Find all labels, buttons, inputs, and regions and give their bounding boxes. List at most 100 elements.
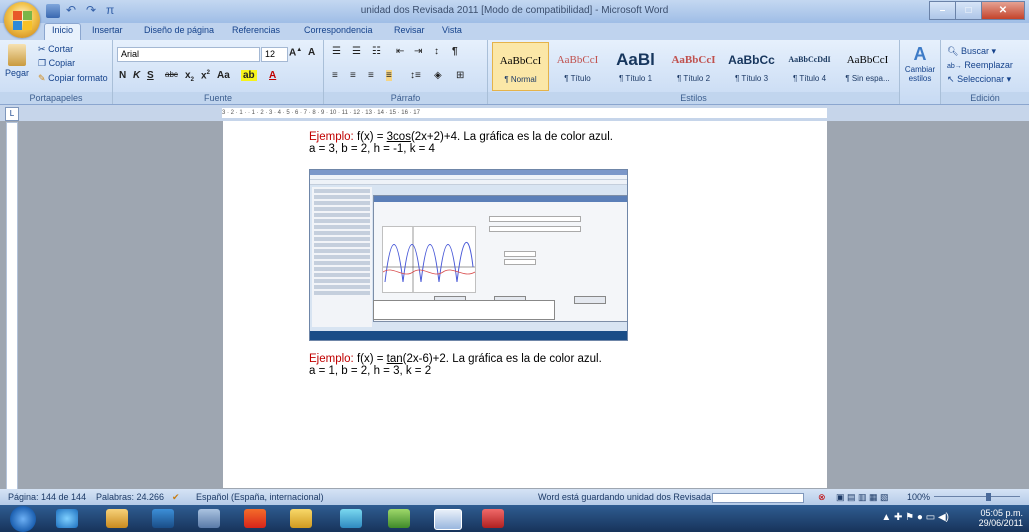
- start-button[interactable]: [10, 506, 36, 532]
- view-buttons[interactable]: ▣ ▤ ▥ ▦ ▧: [836, 492, 889, 503]
- title-bar: ↶ ↷ π unidad dos Revisada 2011 [Modo de …: [0, 0, 1029, 23]
- style-titulo-4[interactable]: AaBbCcDdI ¶ Título 4: [782, 42, 837, 89]
- proofing-icon[interactable]: ✔: [172, 492, 180, 503]
- copy-button[interactable]: ❐ Copiar: [38, 58, 75, 69]
- paste-button[interactable]: Pegar: [4, 44, 30, 88]
- embedded-screenshot[interactable]: [309, 169, 628, 341]
- minimize-button[interactable]: –: [929, 1, 956, 20]
- font-name-select[interactable]: Arial: [117, 47, 260, 62]
- change-styles-group: A Cambiar estilos: [900, 40, 941, 104]
- page-count[interactable]: Página: 144 de 144: [8, 492, 86, 502]
- media-player-icon[interactable]: [152, 509, 174, 528]
- zoom-slider[interactable]: [934, 493, 1020, 501]
- cancel-save-icon[interactable]: ⊗: [818, 492, 826, 503]
- style-titulo-2[interactable]: AaBbCcI ¶ Título 2: [666, 42, 721, 89]
- tab-correspondencia[interactable]: Correspondencia: [304, 25, 373, 35]
- change-case-button[interactable]: Aa: [217, 70, 230, 81]
- superscript-button[interactable]: x2: [201, 70, 210, 81]
- tab-referencias[interactable]: Referencias: [232, 25, 280, 35]
- document-page[interactable]: Ejemplo: f(x) = 3cos(2x+2)+4. La gráfica…: [223, 121, 827, 488]
- style-titulo-3[interactable]: AaBbCc ¶ Título 3: [724, 42, 779, 89]
- font-size-select[interactable]: 12: [261, 47, 288, 62]
- style-titulo-1[interactable]: AaBl ¶ Título 1: [608, 42, 663, 89]
- bullets-icon[interactable]: ☰: [332, 46, 341, 57]
- calendar-icon[interactable]: [290, 509, 312, 528]
- window-controls: – □ ✕: [929, 1, 1025, 20]
- cut-button[interactable]: ✂ Cortar: [38, 44, 73, 55]
- styles-group-label: Estilos: [488, 92, 899, 104]
- font-color-icon[interactable]: A: [269, 70, 276, 81]
- ribbon-tabs: Inicio Insertar Diseño de página Referen…: [0, 23, 1029, 41]
- office-button[interactable]: [4, 2, 40, 38]
- clock[interactable]: 05:05 p.m. 29/06/2011: [979, 508, 1023, 528]
- shrink-font-icon[interactable]: A: [308, 47, 315, 58]
- justify-icon[interactable]: ≡: [386, 70, 392, 81]
- editing-group-label: Edición: [941, 92, 1029, 104]
- change-styles-button[interactable]: A Cambiar estilos: [904, 44, 936, 83]
- network-icon[interactable]: [388, 509, 410, 528]
- borders-icon[interactable]: ⊞: [456, 70, 464, 81]
- status-bar: Página: 144 de 144 Palabras: 24.266 ✔ Es…: [0, 489, 1029, 505]
- messenger-icon[interactable]: [340, 509, 362, 528]
- shading-icon[interactable]: ◈: [434, 70, 442, 81]
- tab-inicio[interactable]: Inicio: [44, 23, 82, 41]
- paragraph-group: ☰ ☰ ☷ ⇤ ⇥ ↕ ¶ ≡ ≡ ≡ ≡ ↕≡ ◈ ⊞ Párrafo: [324, 40, 488, 104]
- tab-vista[interactable]: Vista: [442, 25, 462, 35]
- save-progress-bar: [712, 493, 804, 503]
- font-group-label: Fuente: [113, 92, 323, 104]
- style-titulo[interactable]: AaBbCcI ¶ Título: [550, 42, 605, 89]
- grow-font-icon[interactable]: A▲: [289, 47, 302, 58]
- language-indicator[interactable]: Español (España, internacional): [196, 492, 324, 502]
- word-taskbar-icon[interactable]: [434, 509, 462, 530]
- mail-icon[interactable]: [198, 509, 220, 528]
- maximize-button[interactable]: □: [955, 1, 982, 20]
- calendar-14-icon[interactable]: [482, 509, 504, 528]
- strikethrough-button[interactable]: abc: [165, 70, 178, 79]
- ruler-marks[interactable]: 3 · 2 · 1 · · 1 · 2 · 3 · 4 · 5 · 6 · 7 …: [222, 108, 827, 118]
- style-normal[interactable]: AaBbCcI ¶ Normal: [492, 42, 549, 91]
- vertical-ruler[interactable]: [6, 122, 18, 490]
- show-marks-icon[interactable]: ¶: [452, 46, 458, 57]
- align-center-icon[interactable]: ≡: [350, 70, 356, 81]
- select-button[interactable]: ↖ Seleccionar ▾: [947, 74, 1011, 85]
- clipboard-group-label: Portapapeles: [0, 92, 112, 104]
- increase-indent-icon[interactable]: ⇥: [414, 46, 422, 57]
- explorer-icon[interactable]: [106, 509, 128, 528]
- underline-button[interactable]: S: [147, 70, 154, 81]
- find-button[interactable]: 🔍︎ Buscar ▾: [947, 46, 996, 57]
- office-logo-icon: [12, 10, 32, 30]
- ribbon: Pegar ✂ Cortar ❐ Copiar ✎ Copiar formato…: [0, 40, 1029, 105]
- numbering-icon[interactable]: ☰: [352, 46, 361, 57]
- align-left-icon[interactable]: ≡: [332, 70, 338, 81]
- word-count[interactable]: Palabras: 24.266: [96, 492, 164, 502]
- system-tray-icons[interactable]: ▲ ✚ ⚑ ● ▭ ◀): [881, 512, 949, 523]
- paragraph-example-2[interactable]: Ejemplo: f(x) = tan(2x-6)+2. La gráfica …: [309, 353, 602, 377]
- replace-button[interactable]: ab→ Reemplazar: [947, 60, 1013, 70]
- bold-button[interactable]: N: [119, 70, 126, 81]
- office-app-icon[interactable]: [244, 509, 266, 528]
- styles-a-icon: A: [913, 44, 927, 64]
- close-button[interactable]: ✕: [981, 1, 1025, 20]
- sort-icon[interactable]: ↕: [434, 46, 439, 57]
- subscript-button[interactable]: x2: [185, 70, 194, 83]
- format-painter-button[interactable]: ✎ Copiar formato: [38, 73, 108, 84]
- replace-icon: ab→: [947, 63, 962, 70]
- tab-diseno-pagina[interactable]: Diseño de página: [144, 25, 214, 35]
- taskbar: ▲ ✚ ⚑ ● ▭ ◀) 05:05 p.m. 29/06/2011: [0, 505, 1029, 532]
- horizontal-ruler: L 3 · 2 · 1 · · 1 · 2 · 3 · 4 · 5 · 6 · …: [0, 105, 1029, 121]
- internet-explorer-icon[interactable]: [56, 509, 78, 528]
- align-right-icon[interactable]: ≡: [368, 70, 374, 81]
- style-sin-espaciado[interactable]: AaBbCcI ¶ Sin espa...: [840, 42, 895, 89]
- paragraph-example-1[interactable]: Ejemplo: f(x) = 3cos(2x+2)+4. La gráfica…: [309, 131, 613, 155]
- italic-button[interactable]: K: [133, 70, 140, 81]
- highlight-icon[interactable]: ab: [241, 70, 257, 81]
- styles-group: AaBbCcI ¶ Normal AaBbCcI ¶ Título AaBl ¶…: [488, 40, 900, 104]
- tab-selector-button[interactable]: L: [5, 107, 19, 121]
- decrease-indent-icon[interactable]: ⇤: [396, 46, 404, 57]
- zoom-level[interactable]: 100%: [907, 492, 930, 502]
- embedded-graph: [382, 226, 476, 293]
- tab-insertar[interactable]: Insertar: [92, 25, 123, 35]
- multilevel-list-icon[interactable]: ☷: [372, 46, 381, 57]
- line-spacing-icon[interactable]: ↕≡: [410, 70, 421, 81]
- tab-revisar[interactable]: Revisar: [394, 25, 425, 35]
